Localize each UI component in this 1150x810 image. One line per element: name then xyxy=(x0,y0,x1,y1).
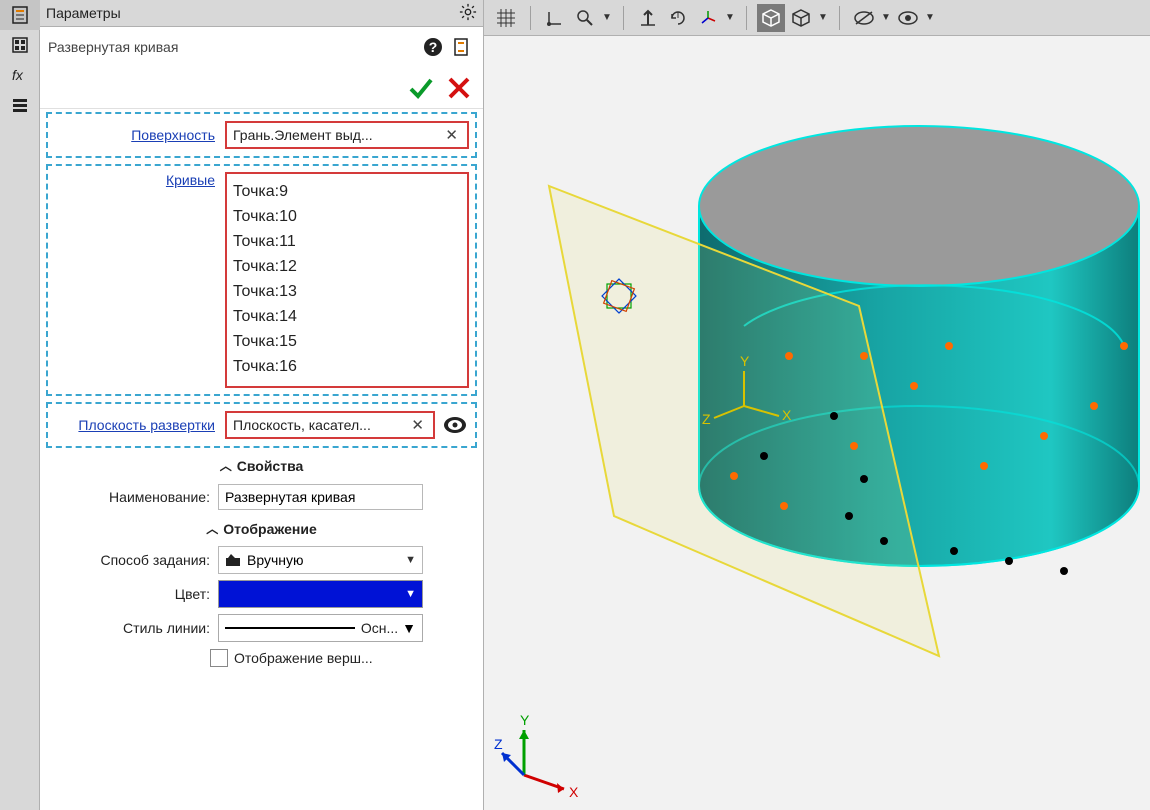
surface-field[interactable]: Грань.Элемент выд... ✕ xyxy=(225,121,469,149)
chevron-up-icon: ︿ xyxy=(220,457,232,474)
color-label: Цвет: xyxy=(50,586,210,602)
list-item[interactable]: Точка:15 xyxy=(233,330,461,355)
curves-section: Кривые Точка:9 Точка:10 Точка:11 Точка:1… xyxy=(46,164,477,396)
panel-actions xyxy=(40,67,483,109)
list-item[interactable]: Точка:13 xyxy=(233,280,461,305)
unfold-plane-label[interactable]: Плоскость развертки xyxy=(54,417,219,433)
scene-3d[interactable]: X Y Z xyxy=(484,36,1150,810)
show-dropdown[interactable]: ▼ xyxy=(924,4,936,32)
accept-button[interactable] xyxy=(405,72,437,104)
grid-icon[interactable] xyxy=(492,4,520,32)
list-item[interactable]: Точка:14 xyxy=(233,305,461,330)
name-row: Наименование: xyxy=(40,480,483,514)
show-icon[interactable] xyxy=(894,4,922,32)
display-header[interactable]: ︿ Отображение xyxy=(40,514,483,543)
chevron-up-icon: ︿ xyxy=(206,520,218,537)
chevron-down-icon: ▼ xyxy=(405,554,416,566)
method-value: Вручную xyxy=(247,552,405,568)
color-select[interactable]: ▼ xyxy=(218,580,423,608)
svg-text:fx: fx xyxy=(12,67,24,83)
panel-header: Параметры xyxy=(40,0,483,27)
csys-dropdown[interactable]: ▼ xyxy=(724,4,736,32)
svg-text:Y: Y xyxy=(520,712,530,728)
help-icon[interactable]: ? xyxy=(419,33,447,61)
fx-icon[interactable]: fx xyxy=(0,60,40,90)
list-item[interactable]: Точка:9 xyxy=(233,180,461,205)
linestyle-select[interactable]: Осн... ▼ xyxy=(218,614,423,642)
shade-dropdown[interactable]: ▼ xyxy=(817,4,829,32)
zoom-icon[interactable] xyxy=(571,4,599,32)
list-item[interactable]: Точка:10 xyxy=(233,205,461,230)
unfold-plane-clear-icon[interactable]: ✕ xyxy=(408,416,427,434)
list-item[interactable]: Точка:12 xyxy=(233,255,461,280)
axis-widget[interactable]: X Y Z xyxy=(494,710,584,800)
cancel-button[interactable] xyxy=(443,72,475,104)
vertices-row: Отображение верш... xyxy=(40,645,483,671)
viewport-toolbar: ▼ ▼ ▼ ▼ ▼ xyxy=(484,0,1150,36)
rotate-view-icon[interactable] xyxy=(664,4,692,32)
surface-section: Поверхность Грань.Элемент выд... ✕ xyxy=(46,112,477,158)
chevron-down-icon: ▼ xyxy=(405,588,416,600)
vertices-label: Отображение верш... xyxy=(234,650,373,666)
display-title: Отображение xyxy=(223,521,316,537)
svg-text:?: ? xyxy=(429,39,438,55)
left-toolbar: fx xyxy=(0,0,40,810)
operation-name: Развернутая кривая xyxy=(48,39,419,55)
surface-label[interactable]: Поверхность xyxy=(54,127,219,143)
curves-label[interactable]: Кривые xyxy=(54,172,219,188)
parameters-panel: Параметры Развернутая кривая ? Поверхнос… xyxy=(40,0,484,810)
axis-z-label: Z xyxy=(702,411,711,427)
unfold-plane-field[interactable]: Плоскость, касател... ✕ xyxy=(225,411,435,439)
origin-icon[interactable] xyxy=(541,4,569,32)
color-row: Цвет: ▼ xyxy=(40,577,483,611)
surface-value: Грань.Элемент выд... xyxy=(233,127,442,143)
linestyle-row: Стиль линии: Осн... ▼ xyxy=(40,611,483,645)
name-label: Наименование: xyxy=(50,489,210,505)
chevron-down-icon: ▼ xyxy=(402,620,416,636)
gear-icon[interactable] xyxy=(459,3,477,24)
pin-icon[interactable] xyxy=(447,33,475,61)
eye-plane-icon[interactable] xyxy=(441,411,469,439)
vertices-checkbox[interactable] xyxy=(210,649,228,667)
zoom-dropdown[interactable]: ▼ xyxy=(601,4,613,32)
axis-up-icon[interactable] xyxy=(634,4,662,32)
surface-clear-icon[interactable]: ✕ xyxy=(442,126,461,144)
method-label: Способ задания: xyxy=(50,552,210,568)
axis-x-label: X xyxy=(782,407,792,423)
viewport[interactable]: ▼ ▼ ▼ ▼ ▼ xyxy=(484,0,1150,810)
hide-dropdown[interactable]: ▼ xyxy=(880,4,892,32)
svg-text:X: X xyxy=(569,784,579,800)
wire-box-icon[interactable] xyxy=(787,4,815,32)
properties-header[interactable]: ︿ Свойства xyxy=(40,451,483,480)
hide-icon[interactable] xyxy=(850,4,878,32)
properties-title: Свойства xyxy=(237,458,304,474)
svg-text:Z: Z xyxy=(494,736,503,752)
axis-y-label: Y xyxy=(740,353,750,369)
panel-title: Параметры xyxy=(46,5,459,21)
linestyle-label: Стиль линии: xyxy=(50,620,210,636)
unfold-plane-value: Плоскость, касател... xyxy=(233,417,408,433)
csys-icon[interactable] xyxy=(694,4,722,32)
curves-list[interactable]: Точка:9 Точка:10 Точка:11 Точка:12 Точка… xyxy=(225,172,469,388)
list-item[interactable]: Точка:11 xyxy=(233,230,461,255)
feature-tree-icon[interactable] xyxy=(0,0,40,30)
name-input[interactable] xyxy=(218,484,423,510)
sheet-icon[interactable] xyxy=(0,30,40,60)
list-item[interactable]: Точка:16 xyxy=(233,355,461,380)
method-row: Способ задания: Вручную ▼ xyxy=(40,543,483,577)
shade-box-icon[interactable] xyxy=(757,4,785,32)
menu-icon[interactable] xyxy=(0,90,40,120)
line-preview xyxy=(225,627,355,629)
method-select[interactable]: Вручную ▼ xyxy=(218,546,423,574)
linestyle-value: Осн... xyxy=(361,620,398,636)
plane-section: Плоскость развертки Плоскость, касател..… xyxy=(46,402,477,448)
panel-subheader: Развернутая кривая ? xyxy=(40,27,483,67)
